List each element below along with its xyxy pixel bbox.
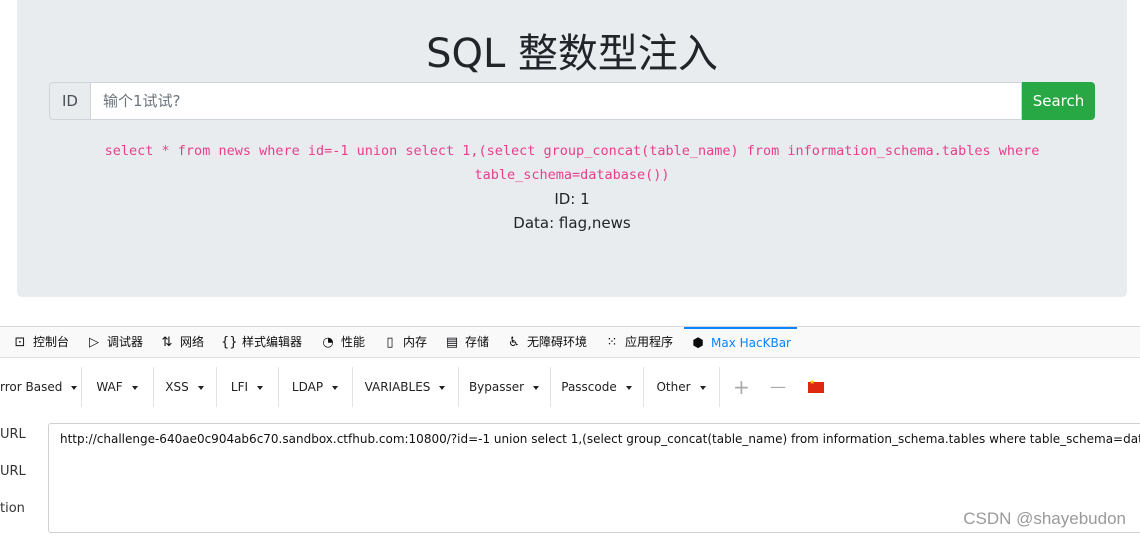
search-button[interactable]: Search — [1022, 82, 1095, 120]
chevron-down-icon — [131, 385, 138, 390]
console-icon: ⊡ — [14, 335, 26, 350]
china-flag-icon[interactable] — [808, 378, 824, 393]
tab-label: 网络 — [180, 335, 205, 349]
menu-lfi[interactable]: LFI — [216, 367, 279, 407]
network-icon: ⇅ — [161, 335, 173, 350]
hackbar-icon: ⬢ — [692, 336, 704, 351]
tab-performance[interactable]: ◔ 性能 — [320, 327, 365, 357]
tab-label: 内存 — [403, 335, 428, 349]
devtools-panel: ⊡ 控制台 ▷ 调试器 ⇅ 网络 {} 样式编辑器 ◔ 性能 ▯ 内存 ▤ 存储 ♿ 无障碍环境… — [0, 326, 1140, 539]
chevron-down-icon — [625, 385, 632, 390]
chevron-down-icon — [257, 385, 264, 390]
menu-xss[interactable]: XSS — [153, 367, 217, 407]
split-url-label: URL — [0, 464, 26, 479]
menu-label: Bypasser — [468, 380, 525, 394]
debugger-icon: ▷ — [89, 335, 99, 350]
menu-label: LFI — [230, 380, 249, 394]
watermark: CSDN @shayebudon — [963, 509, 1126, 528]
tab-label: 控制台 — [33, 335, 70, 349]
chevron-down-icon — [533, 385, 540, 390]
result-data: Data: flag,news — [513, 214, 631, 232]
search-form: ID Search — [49, 82, 1095, 120]
id-addon-label: ID — [49, 82, 90, 120]
sql-query-text: select * from news where id=-1 union sel… — [104, 143, 1040, 183]
tab-label: 存储 — [465, 335, 490, 349]
storage-icon: ▤ — [445, 335, 459, 350]
tab-label: 性能 — [341, 335, 366, 349]
execution-label: tion — [0, 501, 25, 516]
result-id: ID: 1 — [554, 190, 590, 208]
menu-label: Other — [656, 380, 691, 394]
chevron-down-icon — [332, 385, 339, 390]
menu-label: rror Based — [0, 380, 63, 394]
plus-icon[interactable]: + — [733, 367, 750, 407]
menu-waf[interactable]: WAF — [81, 367, 154, 407]
menu-ldap[interactable]: LDAP — [278, 367, 353, 407]
accessibility-icon: ♿ — [508, 335, 520, 350]
minus-icon[interactable]: — — [770, 367, 786, 407]
performance-icon: ◔ — [322, 335, 334, 350]
url-value: http://challenge-640ae0c904ab6c70.sandbo… — [60, 432, 1140, 446]
tab-label: Max HacKBar — [711, 336, 791, 350]
hackbar-toolbar: rror Based WAF XSS LFI LDAP VARIABLES By… — [0, 367, 1140, 407]
tab-max-hackbar[interactable]: ⬢ Max HacKBar — [684, 327, 797, 357]
tab-label: 应用程序 — [625, 335, 674, 349]
menu-other[interactable]: Other — [643, 367, 720, 407]
application-icon: ⁙ — [606, 335, 618, 350]
style-editor-icon: {} — [221, 335, 238, 350]
tab-network[interactable]: ⇅ 网络 — [159, 327, 204, 357]
chevron-down-icon — [197, 385, 204, 390]
menu-passcode[interactable]: Passcode — [550, 367, 644, 407]
menu-label: XSS — [165, 380, 189, 394]
tab-label: 调试器 — [107, 335, 144, 349]
tab-console[interactable]: ⊡ 控制台 — [12, 327, 69, 357]
menu-error-based[interactable]: rror Based — [0, 367, 82, 407]
menu-label: VARIABLES — [364, 380, 431, 394]
page-title: SQL 整数型注入 — [426, 31, 718, 77]
chevron-down-icon — [699, 385, 706, 390]
tab-label: 无障碍环境 — [527, 335, 588, 349]
tab-accessibility[interactable]: ♿ 无障碍环境 — [506, 327, 587, 357]
menu-label: WAF — [96, 380, 123, 394]
devtools-tabbar: ⊡ 控制台 ▷ 调试器 ⇅ 网络 {} 样式编辑器 ◔ 性能 ▯ 内存 ▤ 存储 ♿ 无障碍环境… — [0, 327, 1140, 358]
tab-label: 样式编辑器 — [242, 335, 303, 349]
tab-storage[interactable]: ▤ 存储 — [444, 327, 489, 357]
tab-debugger[interactable]: ▷ 调试器 — [86, 327, 143, 357]
tab-style-editor[interactable]: {} 样式编辑器 — [221, 327, 302, 357]
chevron-down-icon — [71, 385, 78, 390]
menu-label: LDAP — [291, 380, 324, 394]
menu-label: Passcode — [561, 380, 617, 394]
tab-memory[interactable]: ▯ 内存 — [382, 327, 427, 357]
memory-icon: ▯ — [386, 335, 394, 350]
load-url-label: URL — [0, 427, 26, 442]
menu-bypasser[interactable]: Bypasser — [458, 367, 551, 407]
chevron-down-icon — [439, 385, 446, 390]
jumbotron: SQL 整数型注入 ID Search select * from news w… — [17, 0, 1127, 297]
tab-application[interactable]: ⁙ 应用程序 — [604, 327, 673, 357]
web-page: SQL 整数型注入 ID Search select * from news w… — [0, 0, 1140, 326]
id-input[interactable] — [90, 82, 1022, 120]
menu-variables[interactable]: VARIABLES — [352, 367, 459, 407]
